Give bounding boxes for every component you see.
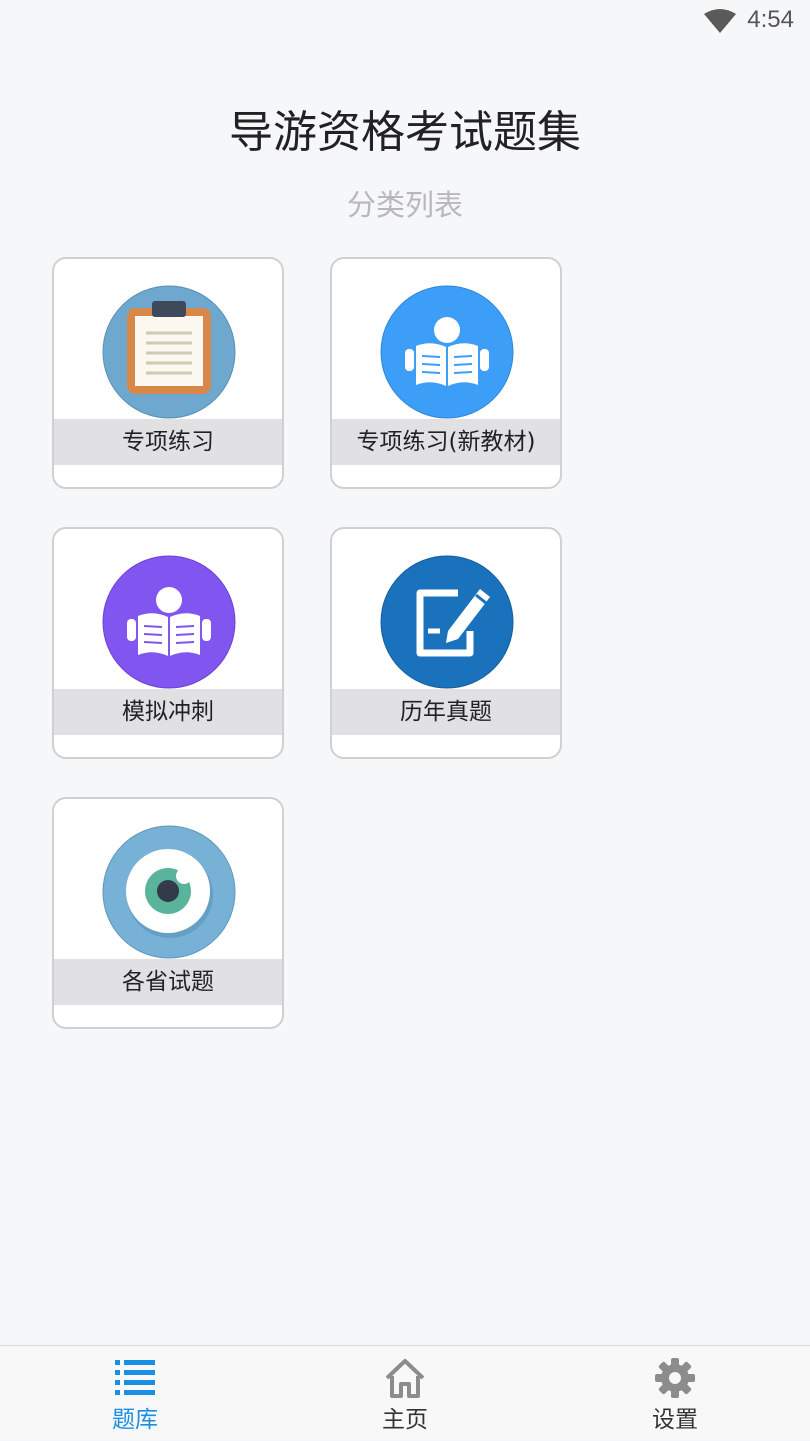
bottom-nav: 题库 主页 设置 xyxy=(0,1345,810,1440)
nav-item-home[interactable]: 主页 xyxy=(270,1346,540,1441)
status-bar: 4:54 xyxy=(0,0,810,44)
nav-label: 题库 xyxy=(112,1407,158,1433)
nav-item-settings[interactable]: 设置 xyxy=(540,1346,810,1441)
eye-icon xyxy=(102,825,236,959)
gear-icon xyxy=(653,1356,697,1400)
category-label: 模拟冲刺 xyxy=(54,689,282,735)
page-subtitle: 分类列表 xyxy=(346,188,463,222)
nav-label: 主页 xyxy=(382,1407,428,1433)
reading-person-icon xyxy=(380,285,514,419)
category-label: 专项练习 xyxy=(54,419,282,465)
category-card-mock-sprint[interactable]: 模拟冲刺 xyxy=(52,527,284,759)
nav-label: 设置 xyxy=(652,1407,698,1433)
category-label: 专项练习(新教材) xyxy=(332,419,560,465)
category-card-special-practice-new[interactable]: 专项练习(新教材) xyxy=(330,257,562,489)
category-card-special-practice[interactable]: 专项练习 xyxy=(52,257,284,489)
page-title: 导游资格考试题集 xyxy=(229,107,581,158)
clipboard-icon xyxy=(102,285,236,419)
nav-item-question-bank[interactable]: 题库 xyxy=(0,1346,270,1441)
category-label: 历年真题 xyxy=(332,689,560,735)
status-time: 4:54 xyxy=(747,6,794,33)
wifi-icon xyxy=(704,9,736,33)
category-card-provincial-exams[interactable]: 各省试题 xyxy=(52,797,284,1029)
list-icon xyxy=(113,1356,157,1400)
reading-person-icon xyxy=(102,555,236,689)
edit-pen-icon xyxy=(380,555,514,689)
category-label: 各省试题 xyxy=(54,959,282,1005)
home-icon xyxy=(383,1356,427,1400)
category-card-past-exams[interactable]: 历年真题 xyxy=(330,527,562,759)
